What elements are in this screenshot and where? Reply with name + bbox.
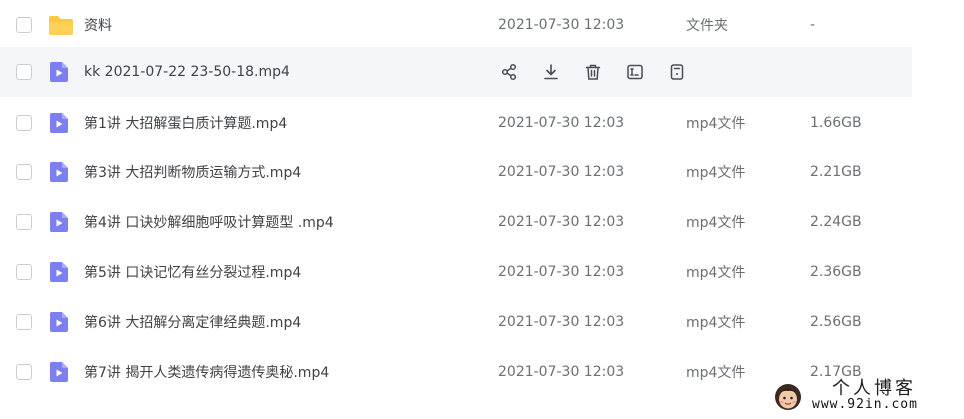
file-name[interactable]: 第7讲 揭开人类遗传病得遗传奥秘.mp4 [84, 362, 329, 382]
file-row[interactable]: 第1讲 大招解蛋白质计算题.mp4 2021-07-30 12:03 mp4文件… [0, 98, 912, 148]
file-type: mp4文件 [686, 165, 746, 181]
file-modified-time: 2021-07-30 12:03 [498, 164, 625, 180]
file-size: 2.56GB [810, 314, 862, 330]
file-name[interactable]: 第3讲 大招判断物质运输方式.mp4 [84, 162, 301, 182]
file-size: 2.21GB [810, 164, 862, 180]
file-name[interactable]: kk 2021-07-22 23-50-18.mp4 [84, 64, 290, 80]
file-modified-time: 2021-07-30 12:03 [498, 314, 625, 330]
file-modified-time: 2021-07-30 12:03 [498, 264, 625, 280]
video-file-icon [48, 211, 70, 233]
file-type: mp4文件 [686, 215, 746, 231]
file-type: mp4文件 [686, 116, 746, 132]
delete-icon[interactable] [582, 61, 604, 83]
file-name[interactable]: 第4讲 口诀妙解细胞呼吸计算题型 .mp4 [84, 212, 334, 232]
file-type: 文件夹 [686, 18, 728, 34]
file-type: mp4文件 [686, 315, 746, 331]
watermark-url: www.92in.com [812, 397, 918, 412]
rename-icon[interactable] [624, 61, 646, 83]
video-file-icon [48, 361, 70, 383]
video-file-icon [48, 61, 70, 83]
row-actions [498, 61, 708, 83]
file-name[interactable]: 第5讲 口诀记忆有丝分裂过程.mp4 [84, 262, 301, 282]
file-row[interactable]: 第5讲 口诀记忆有丝分裂过程.mp4 2021-07-30 12:03 mp4文… [0, 247, 912, 297]
file-modified-time: 2021-07-30 12:03 [498, 115, 625, 131]
file-type: mp4文件 [686, 265, 746, 281]
file-row[interactable]: 第6讲 大招解分离定律经典题.mp4 2021-07-30 12:03 mp4文… [0, 297, 912, 347]
video-file-icon [48, 161, 70, 183]
file-row[interactable]: 第4讲 口诀妙解细胞呼吸计算题型 .mp4 2021-07-30 12:03 m… [0, 197, 912, 247]
video-file-icon [48, 311, 70, 333]
share-icon[interactable] [498, 61, 520, 83]
row-checkbox[interactable] [16, 115, 32, 131]
file-row[interactable]: 第3讲 大招判断物质运输方式.mp4 2021-07-30 12:03 mp4文… [0, 147, 912, 197]
file-type: mp4文件 [686, 365, 746, 381]
row-checkbox[interactable] [16, 364, 32, 380]
video-file-icon [48, 261, 70, 283]
file-size: 2.24GB [810, 214, 862, 230]
file-name[interactable]: 第6讲 大招解分离定律经典题.mp4 [84, 312, 301, 332]
file-size: 1.66GB [810, 115, 862, 131]
file-size: 2.36GB [810, 264, 862, 280]
more-icon[interactable] [666, 61, 688, 83]
file-name[interactable]: 资料 [84, 15, 112, 35]
blog-watermark: 个人博客 www.92in.com [770, 372, 960, 416]
file-row-hovered[interactable]: kk 2021-07-22 23-50-18.mp4 [0, 47, 912, 97]
file-name[interactable]: 第1讲 大招解蛋白质计算题.mp4 [84, 113, 287, 133]
row-checkbox[interactable] [16, 17, 32, 33]
row-checkbox[interactable] [16, 64, 32, 80]
avatar-icon [770, 378, 806, 412]
video-file-icon [48, 112, 70, 134]
row-checkbox[interactable] [16, 314, 32, 330]
row-checkbox[interactable] [16, 214, 32, 230]
file-row-folder[interactable]: 资料 2021-07-30 12:03 文件夹 - [0, 0, 912, 50]
row-checkbox[interactable] [16, 164, 32, 180]
file-size: - [810, 17, 816, 33]
row-checkbox[interactable] [16, 264, 32, 280]
folder-icon [48, 14, 73, 36]
download-icon[interactable] [540, 61, 562, 83]
file-modified-time: 2021-07-30 12:03 [498, 17, 625, 33]
file-modified-time: 2021-07-30 12:03 [498, 364, 625, 380]
file-modified-time: 2021-07-30 12:03 [498, 214, 625, 230]
